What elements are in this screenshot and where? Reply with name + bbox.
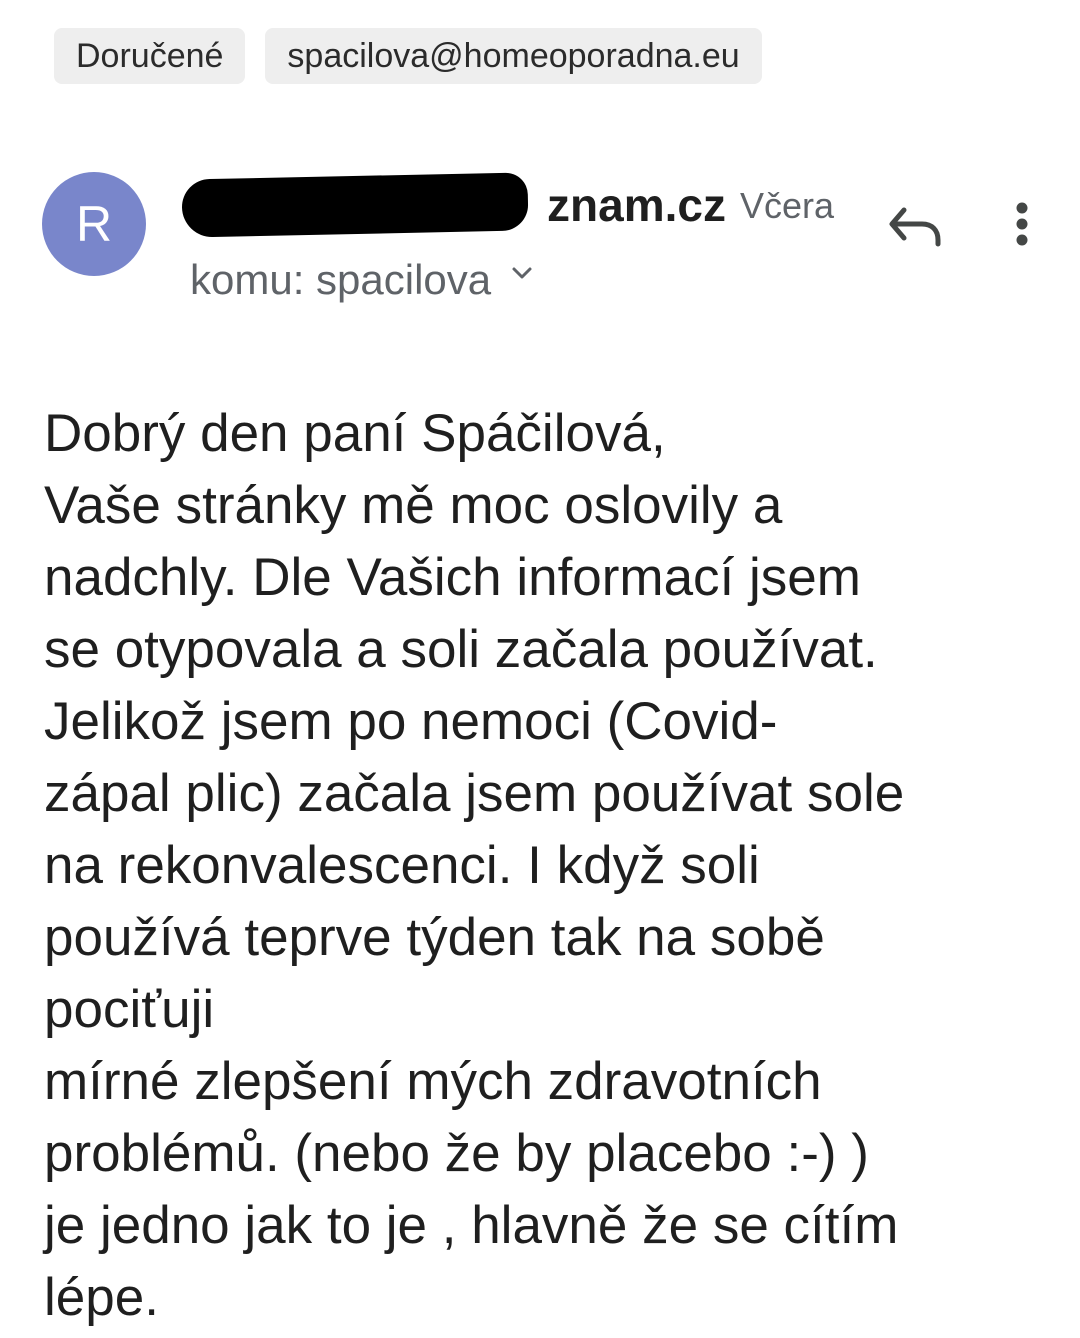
body-line: lépe. xyxy=(44,1268,159,1327)
body-line: na rekonvalescenci. I když soli xyxy=(44,836,760,895)
body-line: Dobrý den paní Spáčilová, xyxy=(44,404,666,463)
label-chip-inbox[interactable]: Doručené xyxy=(54,28,246,84)
body-line: mírné zlepšení mých zdravotních xyxy=(44,1052,822,1111)
chevron-down-icon xyxy=(512,267,532,279)
body-line: problémů. (nebo že by placebo :-) ) xyxy=(44,1124,869,1183)
body-line: používá teprve týden tak na sobě xyxy=(44,908,825,967)
body-line: pociťuji xyxy=(44,980,215,1039)
body-line: zápal plic) začala jsem používat sole xyxy=(44,764,905,823)
more-options-button[interactable] xyxy=(1000,196,1044,260)
recipient-label: komu: spacilova xyxy=(190,256,492,303)
body-line: nadchly. Dle Vašich informací jsem xyxy=(44,548,861,607)
label-chip-account[interactable]: spacilova@homeoporadna.eu xyxy=(265,28,762,84)
message-date: Včera xyxy=(740,185,835,226)
message-body: Dobrý den paní Spáčilová, Vaše stránky m… xyxy=(44,398,1064,1334)
body-line: Jelikož jsem po nemoci (Covid- xyxy=(44,692,778,751)
redaction-mark xyxy=(181,172,529,238)
avatar-initial: R xyxy=(75,196,113,252)
body-line: Vaše stránky mě moc oslovily a xyxy=(44,476,783,535)
body-line: je jedno jak to je , hlavně že se cítím xyxy=(44,1196,899,1255)
sender-avatar[interactable]: R xyxy=(42,172,146,276)
reply-button[interactable] xyxy=(884,196,948,260)
body-line: se otypovala a soli začala používat. xyxy=(44,620,878,679)
more-vert-icon xyxy=(1016,202,1028,246)
reply-icon xyxy=(889,207,941,247)
label-chips: Doručené spacilova@homeoporadna.eu xyxy=(54,28,762,84)
recipient-details-toggle[interactable]: komu: spacilova xyxy=(190,252,535,308)
